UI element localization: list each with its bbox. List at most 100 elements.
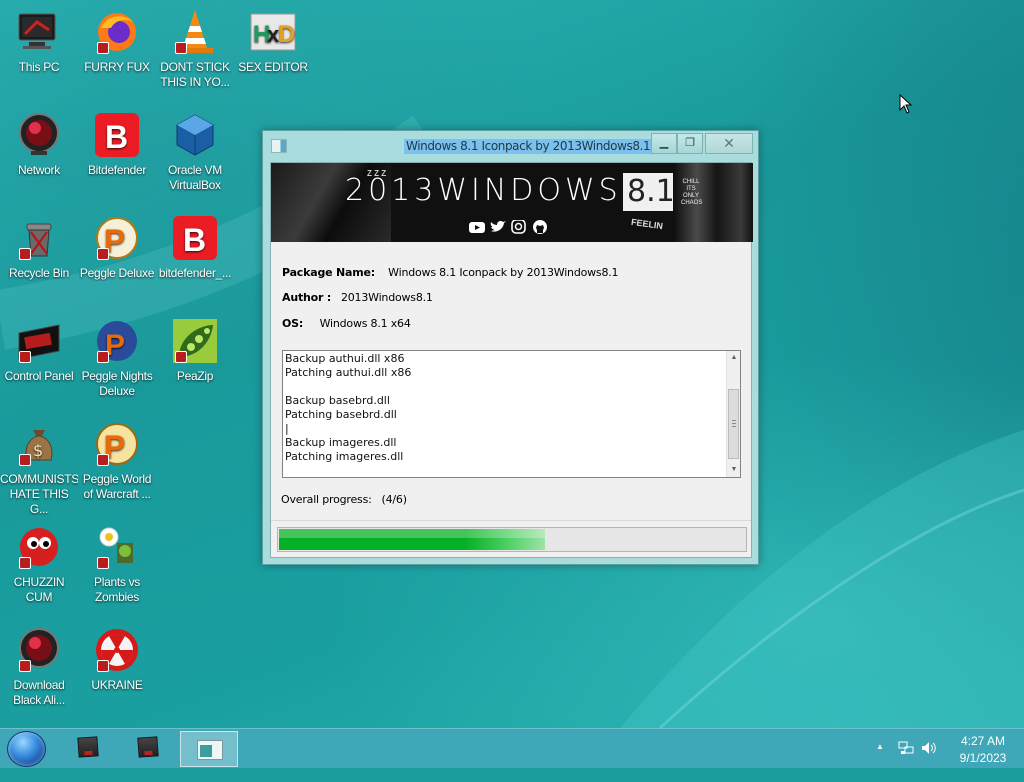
scroll-up-arrow-icon[interactable]: ▲: [727, 351, 741, 365]
os-value: Windows 8.1 x64: [319, 317, 411, 330]
package-name-label: Package Name:: [282, 266, 375, 279]
log-scrollbar[interactable]: ▲ ▼: [726, 351, 740, 477]
desktop-icon-peggle-nights[interactable]: P Peggle Nights Deluxe: [78, 317, 156, 399]
os-label: OS:: [282, 317, 304, 330]
desktop-icon-label: PeaZip: [176, 369, 214, 383]
youtube-icon[interactable]: [469, 220, 485, 234]
taskbar: ▲ 4:27 AM 9/1/2023: [0, 728, 1024, 768]
vlc-cone-icon: [171, 8, 219, 56]
desktop-icon-peggle-deluxe[interactable]: P Peggle Deluxe: [78, 214, 156, 281]
desktop-icon-label: Peggle Nights Deluxe: [81, 369, 153, 398]
red-orb-icon: [15, 111, 63, 159]
taskbar-item-monitor-app[interactable]: [58, 731, 116, 767]
desktop-icon-peazip[interactable]: PeaZip: [156, 317, 234, 384]
pvz-icon: [93, 523, 141, 571]
banner-brand-text: 2013WINDOWS: [345, 173, 622, 208]
volume-icon[interactable]: [921, 741, 939, 755]
author-row: Author : 2013Windows8.1: [282, 291, 433, 304]
desktop: This PC Network Recycle Bin Control Pane…: [0, 0, 1024, 728]
desktop-icon-label: Download Black Ali...: [13, 678, 65, 707]
chuzzle-icon: [15, 523, 63, 571]
desktop-icon-peggle-wow[interactable]: P Peggle World of Warcraft ...: [78, 420, 156, 502]
close-button[interactable]: ✕: [705, 133, 753, 154]
github-icon[interactable]: [532, 220, 548, 234]
desktop-icon-bitdefender[interactable]: B Bitdefender: [78, 111, 156, 178]
banner-decoration: FEELIN: [630, 216, 664, 232]
monitor-icon: [15, 8, 63, 56]
instagram-icon[interactable]: [511, 219, 527, 234]
desktop-icon-label: UKRAINE: [91, 678, 143, 692]
desktop-icon-dont-stick[interactable]: DONT STICK THIS IN YO...: [156, 8, 234, 90]
log-textbox[interactable]: Backup authui.dll x86 Patching authui.dl…: [282, 350, 741, 478]
desktop-icon-furry-fux[interactable]: FURRY FUX: [78, 8, 156, 75]
progress-bar: [277, 527, 747, 552]
log-text[interactable]: Backup authui.dll x86 Patching authui.dl…: [285, 352, 725, 476]
svg-text:$: $: [33, 441, 43, 460]
svg-text:B: B: [183, 222, 206, 258]
network-icon[interactable]: [898, 741, 914, 755]
svg-text:D: D: [278, 21, 295, 48]
clock[interactable]: 4:27 AM 9/1/2023: [948, 733, 1018, 767]
log-line: Backup authui.dll x86: [285, 352, 405, 365]
desktop-icon-label: DONT STICK THIS IN YO...: [160, 60, 230, 89]
peggle-nights-icon: P: [93, 317, 141, 365]
desktop-icon-label: FURRY FUX: [84, 60, 150, 74]
log-line: Patching imageres.dll: [285, 450, 404, 463]
app-icon: [271, 139, 287, 153]
maximize-button[interactable]: ❐: [677, 133, 703, 154]
desktop-icon-ukraine[interactable]: UKRAINE: [78, 626, 156, 693]
author-value: 2013Windows8.1: [340, 291, 433, 304]
monitor-icon: [77, 736, 99, 758]
desktop-icon-label: COMMUNISTS HATE THIS G...: [0, 472, 78, 516]
iconpack-window[interactable]: Windows 8.1 Iconpack by 2013Windows8.1 ▁…: [262, 130, 759, 565]
desktop-icon-label: SEX EDITOR: [238, 60, 308, 74]
log-line: Backup imageres.dll: [285, 436, 397, 449]
overall-progress-label: Overall progress:: [281, 493, 372, 506]
taskbar-item-iconpack-window[interactable]: [180, 731, 238, 767]
overall-progress-value: (4/6): [381, 493, 407, 506]
peggle-icon: P: [93, 420, 141, 468]
red-orb-icon: [15, 626, 63, 674]
desktop-icon-bitdefender-2[interactable]: B bitdefender_...: [156, 214, 234, 281]
scroll-down-arrow-icon[interactable]: ▼: [727, 463, 741, 477]
desktop-icon-this-pc[interactable]: This PC: [0, 8, 78, 75]
app-window-icon: [197, 740, 223, 760]
author-label: Author :: [282, 291, 332, 304]
log-line: Patching basebrd.dll: [285, 408, 397, 421]
hxd-icon: HxD: [249, 8, 297, 56]
bitdefender-icon: B: [171, 214, 219, 262]
desktop-icon-chuzzin[interactable]: CHUZZIN CUM: [0, 523, 78, 605]
firefox-icon: [93, 8, 141, 56]
log-line: Backup basebrd.dll: [285, 394, 390, 407]
progress-bar-fill: [279, 529, 545, 550]
desktop-icon-label: Peggle Deluxe: [79, 266, 155, 280]
desktop-icon-label: Control Panel: [4, 369, 74, 383]
desktop-icon-pvz[interactable]: Plants vs Zombies: [78, 523, 156, 605]
start-button[interactable]: [7, 731, 46, 767]
desktop-icon-network[interactable]: Network: [0, 111, 78, 178]
desktop-icon-virtualbox[interactable]: Oracle VM VirtualBox: [156, 111, 234, 193]
control-panel-icon: [15, 317, 63, 365]
desktop-icon-label: Plants vs Zombies: [94, 575, 140, 604]
desktop-icon-communists[interactable]: $ COMMUNISTS HATE THIS G...: [0, 420, 78, 517]
window-titlebar[interactable]: Windows 8.1 Iconpack by 2013Windows8.1 ▁…: [263, 131, 758, 161]
scroll-thumb[interactable]: [728, 389, 739, 459]
minimize-button[interactable]: ▁: [651, 133, 677, 154]
banner-decoration: CHILL ITS ONLY CHAOS: [681, 179, 703, 206]
desktop-icon-control-panel[interactable]: Control Panel: [0, 317, 78, 384]
desktop-icon-download-black[interactable]: Download Black Ali...: [0, 626, 78, 708]
social-icons: [469, 219, 559, 236]
clock-time: 4:27 AM: [960, 734, 1006, 748]
desktop-icon-label: Peggle World of Warcraft ...: [82, 472, 152, 501]
overall-progress-text: Overall progress: (4/6): [281, 493, 407, 506]
desktop-icon-label: Oracle VM VirtualBox: [168, 163, 222, 192]
desktop-icon-sex-editor[interactable]: HxD SEX EDITOR: [234, 8, 312, 75]
twitter-icon[interactable]: [490, 220, 506, 234]
log-line: |: [285, 422, 289, 435]
os-row: OS: Windows 8.1 x64: [282, 317, 411, 330]
desktop-icon-recycle-bin[interactable]: Recycle Bin: [0, 214, 78, 281]
divider: [271, 520, 751, 521]
show-hidden-icons-chevron-icon[interactable]: ▲: [876, 742, 884, 782]
taskbar-item-monitor-app-2[interactable]: [118, 731, 176, 767]
desktop-icon-label: Bitdefender: [87, 163, 147, 177]
